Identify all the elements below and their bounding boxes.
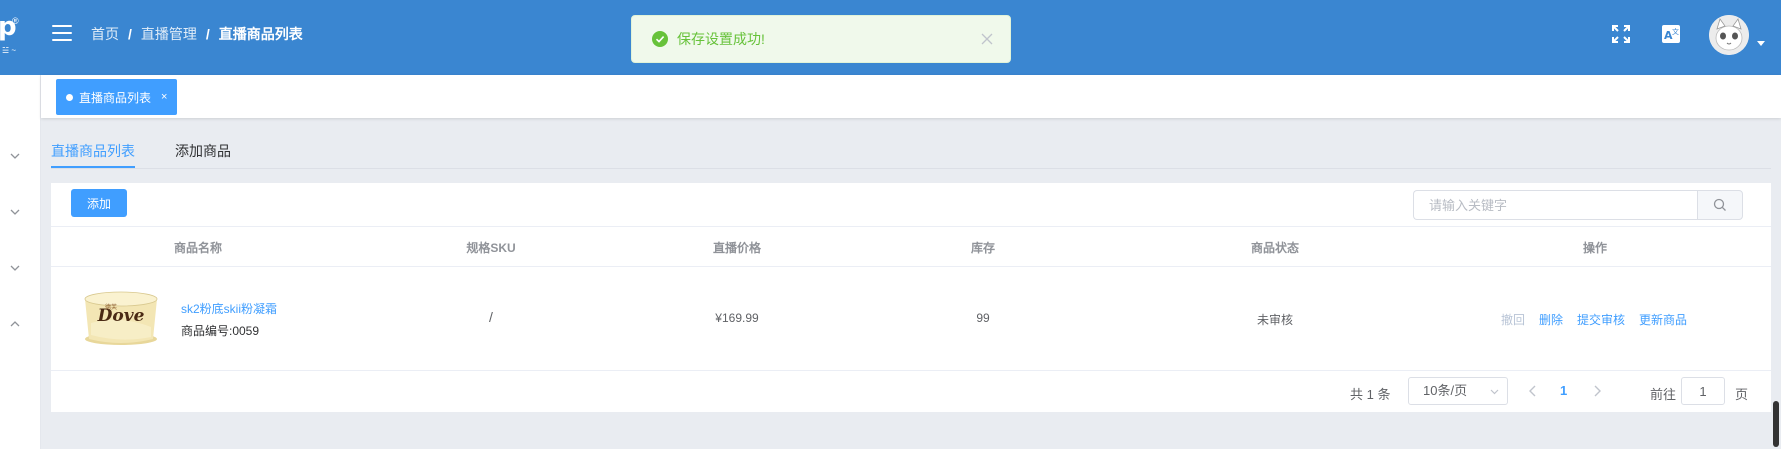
content-tabs: 直播商品列表 添加商品 [51, 137, 1771, 169]
chevron-down-icon[interactable] [8, 149, 22, 163]
breadcrumb-live-management[interactable]: 直播管理 [141, 24, 197, 44]
tags-view-bar: 直播商品列表 × [41, 75, 1781, 118]
active-tab-indicator [51, 166, 135, 168]
search-icon [1713, 198, 1726, 211]
search-button[interactable] [1697, 190, 1743, 220]
success-toast: 保存设置成功! [631, 15, 1011, 63]
search-input[interactable] [1413, 190, 1697, 220]
product-thumbnail[interactable]: Dove 德芙 [81, 289, 161, 347]
breadcrumb: 首页 / 直播管理 / 直播商品列表 [91, 24, 303, 44]
sidebar: p ® ☱ ~ [0, 0, 41, 449]
avatar[interactable] [1709, 15, 1749, 55]
column-header-name: 商品名称 [173, 241, 223, 255]
chevron-down-icon[interactable] [8, 261, 22, 275]
add-button[interactable]: 添加 [71, 189, 127, 217]
cell-status: 未审核 [1256, 313, 1294, 327]
page-size-select[interactable]: 10条/页 [1408, 377, 1508, 405]
tag-label: 直播商品列表 [79, 90, 152, 105]
withdraw-button[interactable]: 撤回 [1501, 311, 1525, 328]
submit-review-button[interactable]: 提交审核 [1577, 311, 1625, 328]
svg-text:Dove: Dove [97, 306, 145, 326]
column-header-actions: 操作 [1582, 241, 1608, 255]
page-size-value: 10条/页 [1423, 383, 1468, 398]
column-header-status: 商品状态 [1250, 241, 1300, 255]
chevron-down-icon [1490, 389, 1499, 395]
row-actions: 撤回 删除 提交审核 更新商品 [1501, 311, 1687, 328]
avatar-dropdown-caret[interactable] [1757, 41, 1765, 46]
logo-subtext: ☱ ~ [2, 46, 17, 55]
toast-message: 保存设置成功! [677, 31, 765, 47]
goto-label: 前往 [1650, 387, 1677, 402]
product-code: 商品编号:0059 [181, 324, 260, 338]
table-row: Dove 德芙 sk2粉底skii粉凝霜 商品编号:0059 / ¥169.99… [51, 267, 1771, 371]
hamburger-menu-icon[interactable] [52, 25, 72, 41]
tag-close-icon[interactable]: × [161, 91, 167, 103]
tab-live-product-list[interactable]: 直播商品列表 [51, 141, 135, 161]
goto-page-input[interactable] [1681, 377, 1725, 405]
product-name-link[interactable]: sk2粉底skii粉凝霜 [181, 300, 277, 317]
check-circle-icon [652, 31, 668, 47]
prev-page-icon[interactable] [1527, 384, 1539, 398]
cell-sku: / [489, 309, 493, 325]
svg-text:德芙: 德芙 [105, 303, 117, 311]
page-number-current[interactable]: 1 [1560, 383, 1567, 398]
active-dot-icon [66, 93, 73, 101]
breadcrumb-current: 直播商品列表 [218, 26, 303, 42]
column-header-stock: 库存 [970, 241, 996, 255]
translate-icon[interactable]: A 文 [1661, 24, 1681, 44]
chevron-up-icon[interactable] [8, 317, 22, 331]
pagination-total: 共 1 条 [1350, 387, 1391, 402]
next-page-icon[interactable] [1591, 384, 1603, 398]
breadcrumb-separator: / [205, 26, 210, 42]
update-product-button[interactable]: 更新商品 [1639, 311, 1687, 328]
scrollbar-thumb[interactable] [1773, 401, 1779, 447]
logo-registered: ® [12, 16, 19, 26]
breadcrumb-separator: / [128, 26, 132, 42]
column-header-price: 直播价格 [712, 241, 762, 255]
chevron-down-icon[interactable] [8, 205, 22, 219]
page-suffix: 页 [1735, 387, 1749, 402]
svg-text:文: 文 [1672, 27, 1679, 36]
product-list-card: 添加 商品名称 规格SKU 直播价格 库存 商品状态 操作 Dove 德芙 sk… [51, 183, 1771, 412]
table-header: 商品名称 规格SKU 直播价格 库存 商品状态 操作 [51, 226, 1771, 267]
close-icon[interactable] [980, 32, 994, 46]
breadcrumb-home[interactable]: 首页 [91, 24, 119, 44]
tag-live-product-list[interactable]: 直播商品列表 × [56, 79, 178, 115]
delete-button[interactable]: 删除 [1539, 311, 1563, 328]
cell-stock: 99 [976, 311, 990, 325]
column-header-sku: 规格SKU [466, 241, 516, 255]
logo: p ® ☱ ~ [0, 0, 41, 75]
cell-price: ¥169.99 [715, 311, 759, 325]
cat-avatar-icon [1709, 15, 1749, 55]
tab-add-product[interactable]: 添加商品 [175, 141, 231, 161]
fullscreen-icon[interactable] [1611, 24, 1631, 44]
